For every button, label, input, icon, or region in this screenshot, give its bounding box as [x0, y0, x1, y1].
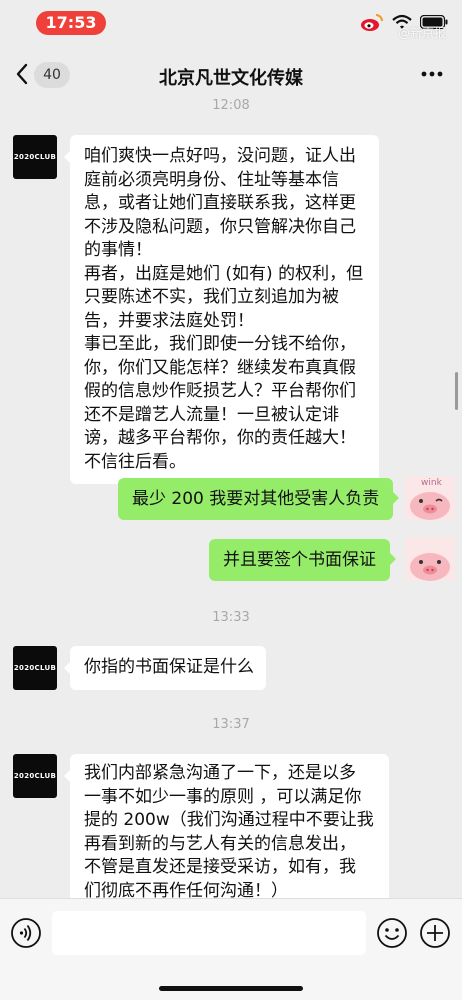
club-logo: 2020CLUB: [13, 772, 57, 780]
avatar-caption: wink: [421, 478, 442, 488]
status-bar: 17:53 @新京报: [0, 0, 462, 46]
user-avatar[interactable]: wink: [405, 476, 455, 520]
user-avatar[interactable]: [405, 537, 455, 581]
plus-icon[interactable]: [419, 917, 451, 949]
chat-header: 40 北京凡世文化传媒: [0, 46, 462, 102]
chat-title: 北京凡世文化传媒: [159, 68, 303, 89]
scrollbar[interactable]: [455, 372, 458, 410]
sent-message[interactable]: 并且要签个书面保证: [209, 539, 396, 581]
contact-avatar[interactable]: 2020CLUB: [13, 754, 57, 798]
sent-message[interactable]: 最少 200 我要对其他受害人负责: [118, 478, 400, 520]
contact-avatar[interactable]: 2020CLUB: [13, 135, 57, 179]
timestamp: 12:08: [212, 98, 250, 113]
received-message[interactable]: 你指的书面保证是什么: [64, 646, 266, 690]
home-indicator[interactable]: [159, 986, 303, 991]
more-dots-icon[interactable]: [418, 62, 446, 86]
weibo-icon: [361, 14, 383, 31]
pig-avatar-icon: [405, 537, 455, 581]
received-message[interactable]: 咱们爽快一点好吗，没问题，证人出 庭前必须亮明身份、住址等基本信 息，或者让她们…: [64, 135, 379, 484]
message-input[interactable]: [52, 911, 366, 955]
status-time: 17:53: [36, 11, 106, 35]
timestamp: 13:37: [212, 717, 250, 732]
club-logo: 2020CLUB: [13, 664, 57, 672]
emoji-icon[interactable]: [376, 917, 408, 949]
received-message[interactable]: 我们内部紧急沟通了一下，还是以多 一事不如少一事的原则 ，可以满足你 提的 20…: [64, 754, 389, 913]
timestamp: 13:33: [212, 610, 250, 625]
input-bar: [0, 898, 462, 1000]
watermark: @新京报: [397, 26, 446, 40]
contact-avatar[interactable]: 2020CLUB: [13, 646, 57, 690]
club-logo: 2020CLUB: [13, 153, 57, 161]
voice-icon[interactable]: [10, 917, 42, 949]
